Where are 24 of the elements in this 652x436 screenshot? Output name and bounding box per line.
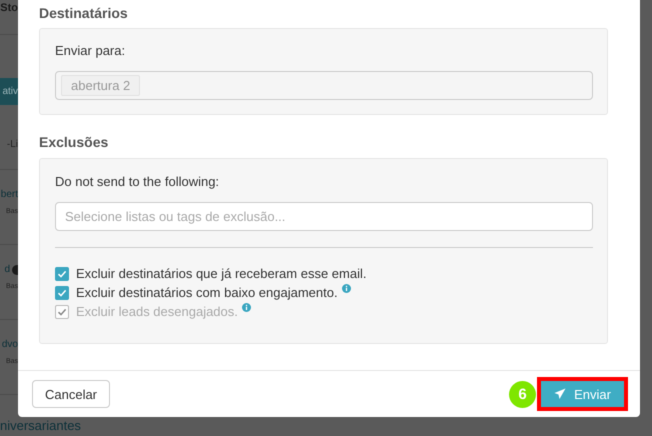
checkbox-label: Excluir destinatários que já receberam esse email. — [76, 266, 366, 281]
checkbox-label: Excluir leads desengajados. — [76, 304, 238, 319]
cancel-button[interactable]: Cancelar — [32, 380, 110, 408]
checkbox[interactable] — [55, 286, 69, 300]
list-item-link[interactable]: d — [4, 264, 18, 275]
paper-plane-icon — [554, 388, 566, 400]
checkbox[interactable] — [55, 266, 69, 280]
list-item-link[interactable]: dvo — [2, 339, 18, 350]
step-number-badge: 6 — [509, 380, 536, 408]
list-item-link[interactable]: bert — [0, 189, 18, 200]
field-label: Enviar para: — [55, 42, 126, 60]
recipients-field[interactable]: abertura 2 — [55, 71, 593, 100]
column-header: -Li — [6, 139, 18, 150]
field-label: Do not send to the following: — [55, 173, 220, 191]
list-item-link[interactable]: niversariantes — [0, 418, 81, 433]
exclusion-field[interactable]: Selecione listas ou tags de exclusão... — [55, 202, 593, 231]
page-title: Sto — [0, 2, 18, 14]
checkbox-label: Excluir destinatários com baixo engajamento. — [76, 285, 338, 300]
section-heading: Exclusões — [39, 133, 110, 151]
send-button[interactable]: Enviar — [541, 381, 624, 407]
filter-button[interactable]: ativ — [0, 78, 18, 105]
info-icon[interactable] — [342, 284, 351, 293]
list-tag: abertura 2 — [61, 75, 140, 96]
section-heading: Destinatários — [39, 4, 129, 22]
